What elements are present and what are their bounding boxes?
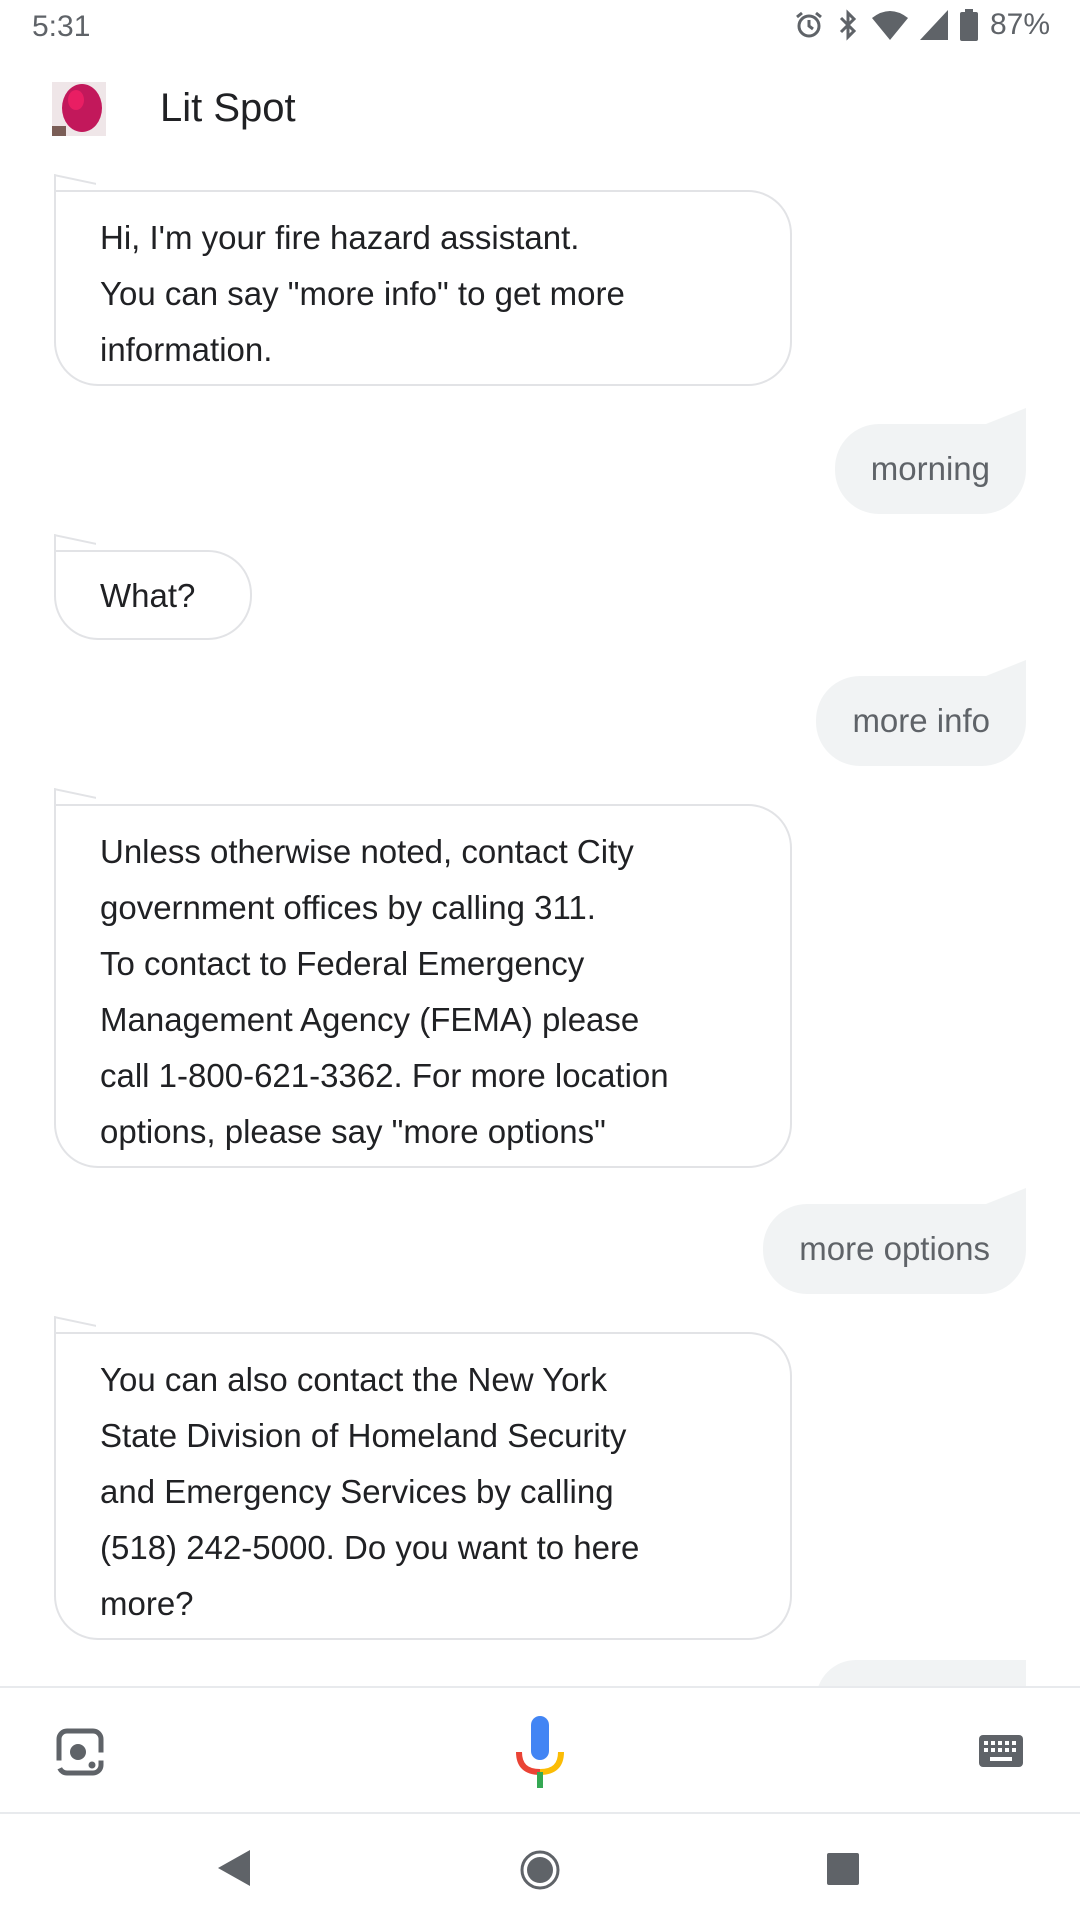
- status-bar: 5:31 87%: [0, 0, 1080, 56]
- message-line: Unless otherwise noted, contact City: [100, 833, 634, 870]
- navigation-bar: [0, 1812, 1080, 1922]
- microphone-icon: [516, 1716, 564, 1788]
- signal-icon: [919, 10, 948, 40]
- battery-percent: 87%: [989, 8, 1050, 41]
- bluetooth-icon: [839, 9, 857, 41]
- wifi-icon: [871, 11, 908, 40]
- message-line: government offices by calling 311.: [100, 889, 596, 926]
- input-bar: [0, 1686, 1080, 1814]
- assistant-message: What?: [54, 550, 252, 640]
- app-avatar[interactable]: [52, 82, 106, 136]
- message-line: more?: [100, 1585, 194, 1622]
- user-message: more info: [816, 676, 1026, 766]
- message-text: more info: [852, 702, 990, 739]
- message-line: call 1-800-621-3362. For more location: [100, 1057, 669, 1094]
- message-line: You can also contact the New York: [100, 1361, 607, 1398]
- app-header: Lit Spot: [0, 70, 1080, 150]
- status-time: 5:31: [32, 10, 91, 43]
- user-message: more options: [763, 1204, 1026, 1294]
- message-line: Hi, I'm your fire hazard assistant.: [100, 219, 580, 256]
- message-line: State Division of Homeland Security: [100, 1417, 627, 1454]
- assistant-message: You can also contact the New York State …: [54, 1332, 792, 1640]
- user-message: morning: [834, 424, 1026, 514]
- home-button[interactable]: [520, 1850, 560, 1895]
- message-line: Management Agency (FEMA) please: [100, 1001, 640, 1038]
- recents-icon: [827, 1853, 859, 1885]
- battery-icon: [959, 9, 978, 41]
- back-button[interactable]: [216, 1848, 252, 1893]
- keyboard-icon: [979, 1735, 1023, 1767]
- app-title: Lit Spot: [160, 86, 296, 130]
- message-line: information.: [100, 331, 273, 368]
- conversation: Hi, I'm your fire hazard assistant. You …: [0, 150, 1080, 1686]
- message-line: (518) 242-5000. Do you want to here: [100, 1529, 640, 1566]
- message-text: morning: [870, 450, 990, 487]
- assistant-message: Unless otherwise noted, contact City gov…: [54, 804, 792, 1168]
- mic-button[interactable]: [512, 1714, 568, 1794]
- message-line: You can say "more info" to get more: [100, 275, 625, 312]
- message-line: What?: [100, 577, 196, 614]
- message-text: more options: [799, 1230, 990, 1267]
- assistant-message: Hi, I'm your fire hazard assistant. You …: [54, 190, 792, 386]
- lens-button[interactable]: [56, 1728, 104, 1776]
- keyboard-button[interactable]: [978, 1734, 1024, 1768]
- message-line: options, please say "more options": [100, 1113, 606, 1150]
- message-line: To contact to Federal Emergency: [100, 945, 585, 982]
- message-line: and Emergency Services by calling: [100, 1473, 614, 1510]
- home-icon: [520, 1850, 560, 1890]
- lens-icon: [56, 1728, 104, 1776]
- alarm-icon: [796, 11, 822, 38]
- back-icon: [218, 1850, 250, 1886]
- recents-button[interactable]: [826, 1852, 860, 1891]
- status-icons: 87%: [794, 8, 1050, 42]
- next-message-peek: [816, 1660, 1026, 1686]
